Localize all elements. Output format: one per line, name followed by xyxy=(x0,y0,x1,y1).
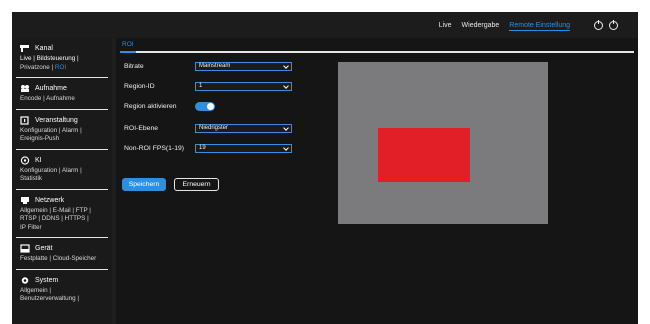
sidebar: Kanal Live | Bildsteuerung | Privatzone … xyxy=(12,38,112,324)
bitrate-value: Mainstream xyxy=(199,62,231,69)
nav-live[interactable]: Live xyxy=(439,22,452,31)
nonroi-fps-value: 19 xyxy=(199,144,206,151)
sidebar-title-channel[interactable]: Kanal xyxy=(20,44,104,53)
sidebar-group-system: System Allgemein | Benutzerverwaltung | xyxy=(16,270,108,309)
sidebar-group-device: Gerät Festplatte | Cloud-Speicher xyxy=(16,238,108,270)
sidebar-title-ai[interactable]: KI xyxy=(20,155,104,165)
sidebar-title-network[interactable]: Netzwerk xyxy=(20,196,104,205)
sidebar-item-ai-stats[interactable]: Statistik xyxy=(20,175,42,182)
sidebar-title-label: System xyxy=(35,276,59,284)
sidebar-title-label: Veranstaltung xyxy=(35,116,78,124)
top-navigation: Live Wiedergabe Remote Einstellung xyxy=(439,22,570,31)
row-region-id: Region-ID 1 xyxy=(124,80,304,92)
sidebar-title-label: Aufnahme xyxy=(35,85,67,92)
row-bitrate: Bitrate Mainstream xyxy=(124,60,304,72)
device-icon xyxy=(20,244,30,253)
chevron-down-icon xyxy=(283,82,289,89)
sidebar-items-system: Allgemein | Benutzerverwaltung | xyxy=(20,287,104,304)
sidebar-title-label: Kanal xyxy=(35,45,53,52)
nonroi-fps-select[interactable]: 19 xyxy=(195,143,292,153)
sidebar-item-network-rtsp[interactable]: RTSP | DDNS | HTTPS | xyxy=(20,215,89,222)
sidebar-items-recording: Encode | Aufnahme xyxy=(20,95,104,104)
region-enable-label: Region aktivieren xyxy=(124,102,177,110)
help-icon[interactable] xyxy=(594,20,603,30)
bitrate-label: Bitrate xyxy=(124,62,144,70)
event-icon xyxy=(20,115,29,125)
sidebar-title-device[interactable]: Gerät xyxy=(20,244,104,253)
chevron-down-icon xyxy=(283,124,289,131)
recording-icon xyxy=(21,85,29,92)
sidebar-item-system-general[interactable]: Allgemein | xyxy=(20,287,51,294)
region-id-value: 1 xyxy=(199,82,203,89)
nav-remote-settings[interactable]: Remote Einstellung xyxy=(509,22,570,31)
sidebar-item-encode[interactable]: Encode | Aufnahme xyxy=(20,95,75,102)
region-id-select[interactable]: 1 xyxy=(195,81,292,91)
sidebar-title-event[interactable]: Veranstaltung xyxy=(20,115,104,125)
sidebar-title-label: Gerät xyxy=(35,245,53,252)
sidebar-item-privacy[interactable]: Privatzone | xyxy=(20,64,55,71)
nav-playback[interactable]: Wiedergabe xyxy=(462,22,500,31)
roi-region[interactable] xyxy=(378,128,470,182)
toggle-knob xyxy=(207,102,214,110)
sidebar-title-system[interactable]: System xyxy=(20,276,104,285)
sidebar-title-label: Netzwerk xyxy=(35,196,65,204)
refresh-button[interactable]: Erneuern xyxy=(174,178,219,191)
sidebar-item-event-push[interactable]: Ereignis-Push xyxy=(20,135,59,142)
power-icon[interactable] xyxy=(609,20,618,30)
system-icon xyxy=(21,276,29,284)
region-enable-toggle[interactable] xyxy=(195,101,215,111)
row-region-enable: Region aktivieren xyxy=(124,100,304,112)
save-button[interactable]: Speichern xyxy=(122,178,166,191)
sidebar-item-event-config[interactable]: Konfiguration | Alarm | xyxy=(20,127,82,134)
sidebar-item-storage[interactable]: Festplatte | Cloud-Speicher xyxy=(20,255,96,262)
nonroi-fps-label: Non-ROI FPS(1-19) xyxy=(124,144,185,152)
top-bar: Live Wiedergabe Remote Einstellung xyxy=(12,12,638,38)
top-icons xyxy=(594,20,618,30)
sidebar-group-recording: Aufnahme Encode | Aufnahme xyxy=(16,78,108,110)
network-icon xyxy=(21,196,29,204)
ai-icon xyxy=(20,155,30,165)
sidebar-item-user-management[interactable]: Benutzerverwaltung | xyxy=(20,295,79,302)
tab-bar: ROI xyxy=(120,41,634,53)
bitrate-select[interactable]: Mainstream xyxy=(195,61,292,71)
sidebar-items-device: Festplatte | Cloud-Speicher xyxy=(20,255,104,264)
sidebar-items-ai: Konfiguration | Alarm | Statistik xyxy=(20,167,104,184)
tab-roi[interactable]: ROI xyxy=(120,41,136,53)
sidebar-items-network: Allgemein | E-Mail | FTP | RTSP | DDNS |… xyxy=(20,207,104,233)
sidebar-group-event: Veranstaltung Konfiguration | Alarm | Er… xyxy=(16,110,108,150)
sidebar-group-network: Netzwerk Allgemein | E-Mail | FTP | RTSP… xyxy=(16,190,108,238)
sidebar-item-ip-filter[interactable]: IP Filter xyxy=(20,224,42,231)
roi-level-select[interactable]: Niedrigster xyxy=(195,123,292,133)
roi-level-label: ROI-Ebene xyxy=(124,124,159,132)
sidebar-group-ai: KI Konfiguration | Alarm | Statistik xyxy=(16,150,108,190)
sidebar-item-roi[interactable]: ROI xyxy=(55,64,66,71)
content-panel: ROI Bitrate Mainstream Region-ID 1 Regio… xyxy=(116,38,638,324)
sidebar-title-recording[interactable]: Aufnahme xyxy=(20,84,104,93)
video-preview[interactable] xyxy=(338,62,548,224)
camera-icon xyxy=(20,45,29,52)
sidebar-item-live[interactable]: Live | Bildsteuerung | xyxy=(20,55,79,62)
roi-level-value: Niedrigster xyxy=(199,124,229,131)
sidebar-item-ai-config[interactable]: Konfiguration | Alarm | xyxy=(20,167,82,174)
row-nonroi-fps: Non-ROI FPS(1-19) 19 xyxy=(124,142,304,154)
chevron-down-icon xyxy=(283,144,289,151)
sidebar-items-channel: Live | Bildsteuerung | Privatzone | ROI xyxy=(20,55,104,72)
sidebar-items-event: Konfiguration | Alarm | Ereignis-Push xyxy=(20,127,104,144)
region-id-label: Region-ID xyxy=(124,82,155,90)
chevron-down-icon xyxy=(283,62,289,69)
row-roi-level: ROI-Ebene Niedrigster xyxy=(124,122,304,134)
sidebar-item-network-general[interactable]: Allgemein | E-Mail | FTP | xyxy=(20,207,91,214)
sidebar-title-label: KI xyxy=(35,156,42,164)
sidebar-group-channel: Kanal Live | Bildsteuerung | Privatzone … xyxy=(16,38,108,78)
